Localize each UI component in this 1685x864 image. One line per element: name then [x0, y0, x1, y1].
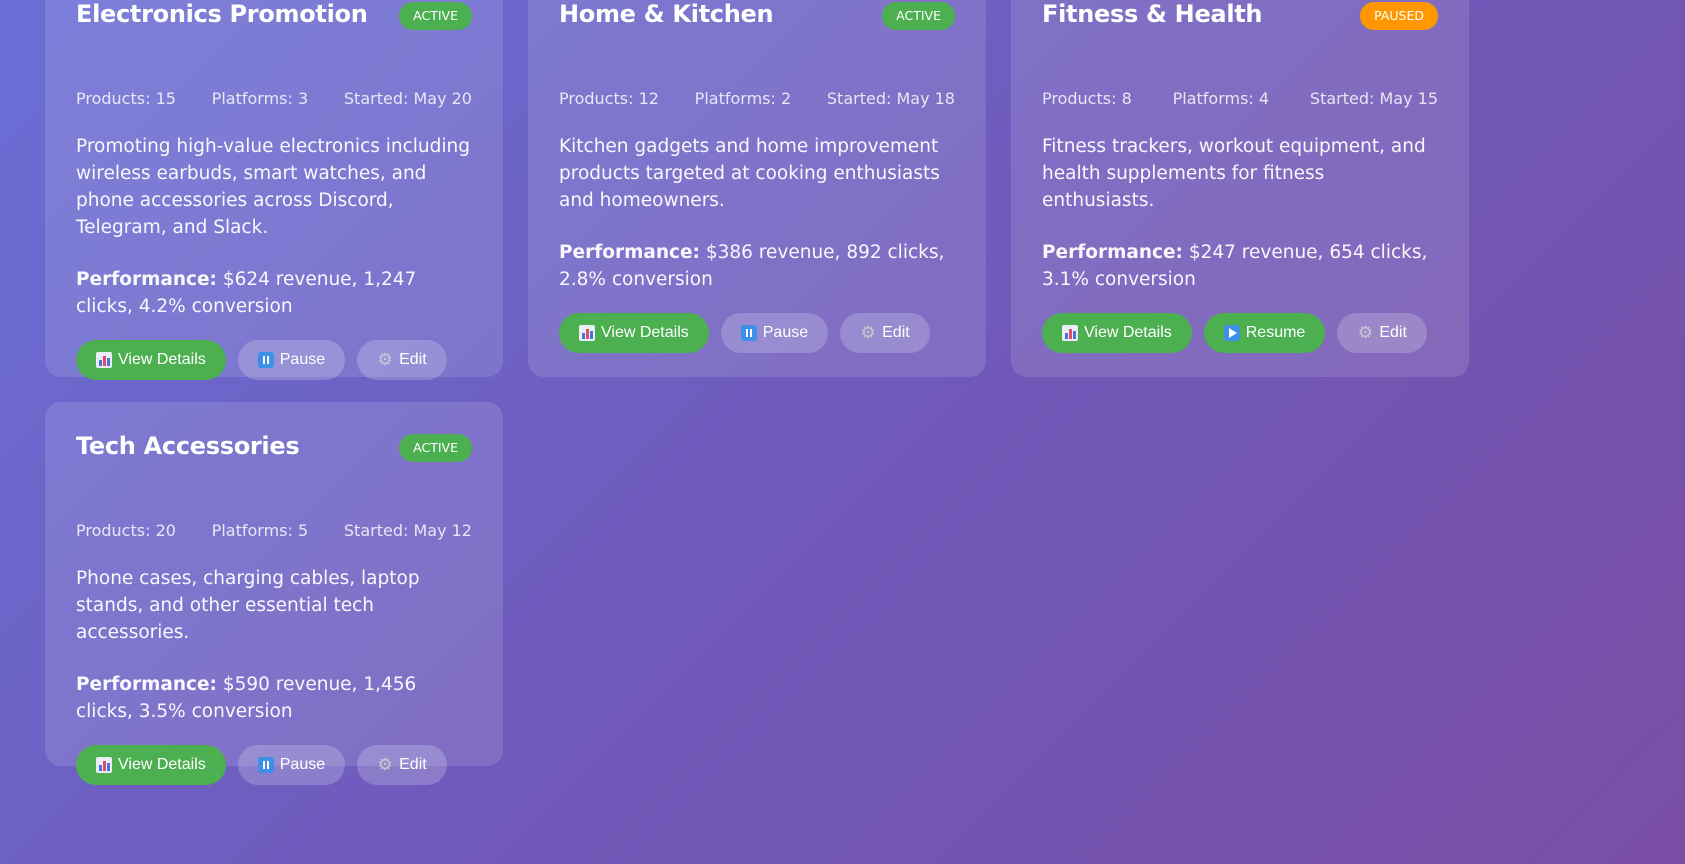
- campaign-grid: Electronics Promotion ACTIVE Products: 1…: [45, 0, 1469, 785]
- button-label: Pause: [279, 351, 326, 368]
- card-header: Home & Kitchen ACTIVE: [559, 0, 955, 42]
- card-header: Electronics Promotion ACTIVE: [76, 0, 472, 42]
- start-date: Started: May 18: [826, 89, 955, 108]
- status-badge: ACTIVE: [399, 2, 472, 30]
- campaign-description: Promoting high-value electronics includi…: [76, 136, 471, 238]
- campaign-performance: Performance: $386 revenue, 892 clicks, 2…: [559, 239, 955, 293]
- bar-chart-icon: [579, 325, 595, 341]
- status-badge: ACTIVE: [882, 2, 955, 30]
- gear-icon: ⚙: [377, 350, 393, 369]
- pause-icon: [257, 352, 274, 368]
- campaign-card: Home & Kitchen ACTIVE Products: 12 Platf…: [528, 0, 986, 377]
- card-actions: View Details Pause ⚙ Edit: [559, 313, 955, 353]
- platforms-count: Platforms: 5: [211, 521, 309, 540]
- status-badge: PAUSED: [1360, 2, 1438, 30]
- resume-button[interactable]: Resume: [1203, 313, 1326, 353]
- button-label: Resume: [1245, 324, 1306, 341]
- pause-icon: [257, 757, 274, 773]
- campaign-title: Tech Accessories: [76, 432, 300, 460]
- card-actions: View Details Pause ⚙ Edit: [76, 745, 472, 785]
- button-label: View Details: [601, 324, 689, 341]
- platforms-count: Platforms: 3: [211, 89, 309, 108]
- gear-icon: ⚙: [377, 755, 393, 774]
- campaign-description: Kitchen gadgets and home improvement pro…: [559, 136, 940, 211]
- platforms-count: Platforms: 4: [1172, 89, 1270, 108]
- button-label: Edit: [1379, 324, 1407, 341]
- campaign-meta: Products: 15 Platforms: 3 Started: May 2…: [76, 88, 472, 110]
- view-details-button[interactable]: View Details: [76, 340, 226, 380]
- campaign-performance: Performance: $624 revenue, 1,247 clicks,…: [76, 266, 472, 320]
- products-count: Products: 12: [559, 89, 659, 108]
- card-header: Tech Accessories ACTIVE: [76, 432, 472, 474]
- performance-label: Performance:: [76, 674, 217, 695]
- button-label: Edit: [399, 756, 427, 773]
- card-header: Fitness & Health PAUSED: [1042, 0, 1438, 42]
- edit-button[interactable]: ⚙ Edit: [357, 340, 447, 380]
- pause-button[interactable]: Pause: [237, 745, 346, 785]
- campaign-title: Fitness & Health: [1042, 0, 1263, 28]
- bar-chart-icon: [96, 352, 112, 368]
- campaign-card: Fitness & Health PAUSED Products: 8 Plat…: [1011, 0, 1469, 377]
- campaign-performance: Performance: $590 revenue, 1,456 clicks,…: [76, 671, 472, 725]
- campaign-title: Home & Kitchen: [559, 0, 774, 28]
- products-count: Products: 15: [76, 89, 176, 108]
- button-label: Pause: [279, 756, 326, 773]
- start-date: Started: May 20: [343, 89, 472, 108]
- pause-button[interactable]: Pause: [720, 313, 829, 353]
- button-label: View Details: [118, 351, 206, 368]
- button-label: View Details: [118, 756, 206, 773]
- campaign-description: Phone cases, charging cables, laptop sta…: [76, 568, 420, 643]
- view-details-button[interactable]: View Details: [559, 313, 709, 353]
- campaign-description: Fitness trackers, workout equipment, and…: [1042, 136, 1426, 211]
- start-date: Started: May 15: [1309, 89, 1438, 108]
- products-count: Products: 8: [1042, 89, 1132, 108]
- play-icon: [1223, 325, 1240, 341]
- campaign-performance: Performance: $247 revenue, 654 clicks, 3…: [1042, 239, 1438, 293]
- button-label: Edit: [399, 351, 427, 368]
- edit-button[interactable]: ⚙ Edit: [840, 313, 930, 353]
- card-actions: View Details Pause ⚙ Edit: [76, 340, 472, 380]
- campaign-card: Electronics Promotion ACTIVE Products: 1…: [45, 0, 503, 380]
- edit-button[interactable]: ⚙ Edit: [357, 745, 447, 785]
- campaign-meta: Products: 12 Platforms: 2 Started: May 1…: [559, 88, 955, 110]
- view-details-button[interactable]: View Details: [76, 745, 226, 785]
- start-date: Started: May 12: [343, 521, 472, 540]
- platforms-count: Platforms: 2: [694, 89, 792, 108]
- performance-label: Performance:: [76, 269, 217, 290]
- campaign-meta: Products: 20 Platforms: 5 Started: May 1…: [76, 520, 472, 542]
- button-label: Pause: [762, 324, 809, 341]
- campaign-title: Electronics Promotion: [76, 0, 368, 28]
- card-actions: View Details Resume ⚙ Edit: [1042, 313, 1438, 353]
- status-badge: ACTIVE: [399, 434, 472, 462]
- campaign-meta: Products: 8 Platforms: 4 Started: May 15: [1042, 88, 1438, 110]
- gear-icon: ⚙: [860, 323, 876, 342]
- bar-chart-icon: [96, 757, 112, 773]
- bar-chart-icon: [1062, 325, 1078, 341]
- button-label: View Details: [1084, 324, 1172, 341]
- performance-label: Performance:: [1042, 242, 1183, 263]
- performance-label: Performance:: [559, 242, 700, 263]
- campaign-card: Tech Accessories ACTIVE Products: 20 Pla…: [45, 402, 503, 785]
- gear-icon: ⚙: [1357, 323, 1373, 342]
- view-details-button[interactable]: View Details: [1042, 313, 1192, 353]
- products-count: Products: 20: [76, 521, 176, 540]
- edit-button[interactable]: ⚙ Edit: [1337, 313, 1427, 353]
- pause-icon: [740, 325, 757, 341]
- button-label: Edit: [882, 324, 910, 341]
- pause-button[interactable]: Pause: [237, 340, 346, 380]
